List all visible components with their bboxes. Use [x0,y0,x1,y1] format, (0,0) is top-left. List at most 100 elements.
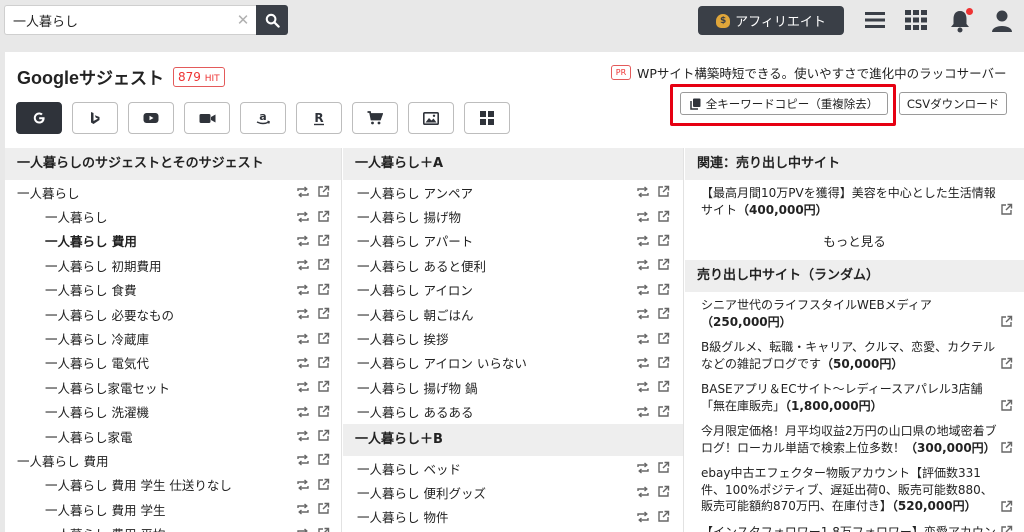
external-link-icon[interactable] [1000,525,1014,532]
keyword-text[interactable]: 一人暮らし 電気代 [5,353,296,372]
keyword-text[interactable]: 一人暮らし 費用 学生 仕送りなし [5,475,296,494]
repeat-search-icon[interactable] [636,307,650,321]
external-link-icon[interactable] [1000,203,1014,217]
repeat-search-icon[interactable] [636,283,650,297]
repeat-search-icon[interactable] [296,234,310,248]
user-avatar-icon[interactable] [991,9,1015,33]
external-link-icon[interactable] [317,380,331,394]
notification-bell-icon[interactable] [949,8,973,33]
keyword-text[interactable]: 一人暮らし 挨拶 [343,329,636,348]
repeat-search-icon[interactable] [296,429,310,443]
external-link-icon[interactable] [317,453,331,467]
keyword-text[interactable]: 一人暮らし 費用 平均 [5,524,296,532]
repeat-search-icon[interactable] [636,380,650,394]
site-for-sale-item[interactable]: ebay中古エフェクター物販アカウント【評価数331件、100%ポジティブ、遅延… [685,460,1024,519]
keyword-text[interactable]: 一人暮らし あると便利 [343,256,636,275]
external-link-icon[interactable] [317,478,331,492]
external-link-icon[interactable] [317,332,331,346]
external-link-icon[interactable] [657,234,671,248]
external-link-icon[interactable] [657,332,671,346]
tab-shopping[interactable] [352,102,398,134]
repeat-search-icon[interactable] [636,510,650,524]
repeat-search-icon[interactable] [636,485,650,499]
external-link-icon[interactable] [657,185,671,199]
external-link-icon[interactable] [657,461,671,475]
apps-grid-icon[interactable] [905,9,929,33]
external-link-icon[interactable] [657,307,671,321]
repeat-search-icon[interactable] [636,461,650,475]
repeat-search-icon[interactable] [296,307,310,321]
external-link-icon[interactable] [1000,315,1014,329]
site-for-sale-item[interactable]: B級グルメ、転職・キャリア、クルマ、恋愛、カクテルなどの雑記ブログです（50,0… [685,334,1024,376]
external-link-icon[interactable] [317,283,331,297]
keyword-text[interactable]: 一人暮らし あるある [343,402,636,421]
repeat-search-icon[interactable] [296,527,310,532]
repeat-search-icon[interactable] [296,478,310,492]
keyword-text[interactable]: 一人暮らし アイロン [343,280,636,299]
menu-icon[interactable] [864,9,888,33]
repeat-search-icon[interactable] [636,332,650,346]
keyword-text[interactable]: 一人暮らし 物件 [343,507,636,526]
keyword-text[interactable]: 一人暮らし 食費 [5,280,296,299]
tab-video[interactable] [184,102,230,134]
keyword-text[interactable]: 一人暮らし 必要なもの [5,305,296,324]
external-link-icon[interactable] [317,356,331,370]
external-link-icon[interactable] [1000,357,1014,371]
external-link-icon[interactable] [657,356,671,370]
keyword-text[interactable]: 一人暮らし 費用 [5,451,296,470]
copy-all-keywords-button[interactable]: 全キーワードコピー（重複除去） [680,92,888,115]
repeat-search-icon[interactable] [636,185,650,199]
repeat-search-icon[interactable] [296,283,310,297]
repeat-search-icon[interactable] [636,258,650,272]
tab-bing[interactable] [72,102,118,134]
external-link-icon[interactable] [657,283,671,297]
repeat-search-icon[interactable] [296,405,310,419]
repeat-search-icon[interactable] [296,210,310,224]
repeat-search-icon[interactable] [636,234,650,248]
csv-download-button[interactable]: CSVダウンロード [899,92,1007,115]
keyword-text[interactable]: 一人暮らし家電セット [5,378,296,397]
external-link-icon[interactable] [657,485,671,499]
affiliate-button[interactable]: アフィリエイト [698,6,844,35]
keyword-text[interactable]: 一人暮らし [5,207,296,226]
external-link-icon[interactable] [317,429,331,443]
tab-google[interactable] [16,102,62,134]
keyword-text[interactable]: 一人暮らし ベッド [343,459,636,478]
external-link-icon[interactable] [317,502,331,516]
keyword-text[interactable]: 一人暮らし 朝ごはん [343,305,636,324]
repeat-search-icon[interactable] [296,356,310,370]
external-link-icon[interactable] [317,527,331,532]
external-link-icon[interactable] [1000,399,1014,413]
external-link-icon[interactable] [317,405,331,419]
keyword-text[interactable]: 一人暮らし アンペア [343,183,636,202]
keyword-text[interactable]: 一人暮らし家電 [5,427,296,446]
tab-image[interactable] [408,102,454,134]
repeat-search-icon[interactable] [296,258,310,272]
keyword-text[interactable]: 一人暮らし アイロン いらない [343,353,636,372]
external-link-icon[interactable] [657,380,671,394]
repeat-search-icon[interactable] [296,502,310,516]
repeat-search-icon[interactable] [636,210,650,224]
repeat-search-icon[interactable] [636,356,650,370]
keyword-text[interactable]: 一人暮らし 揚げ物 鍋 [343,378,636,397]
site-for-sale-item[interactable]: BASEアプリ＆ECサイト～レディースアパレル3店舗「無在庫販売」（1,800,… [685,376,1024,418]
keyword-text[interactable]: 一人暮らし 便利グッズ [343,483,636,502]
tab-amazon[interactable]: a [240,102,286,134]
external-link-icon[interactable] [657,210,671,224]
site-for-sale-item[interactable]: 【インスタフォロワー1.8万フォロワー】恋愛アカウン [685,519,1024,532]
tab-grid[interactable] [464,102,510,134]
repeat-search-icon[interactable] [296,380,310,394]
more-link[interactable]: もっと見る [685,222,1024,260]
repeat-search-icon[interactable] [296,332,310,346]
site-for-sale-item[interactable]: 【最高月間10万PVを獲得】美容を中心とした生活情報サイト（400,000円） [685,180,1024,222]
external-link-icon[interactable] [317,185,331,199]
keyword-text[interactable]: 一人暮らし アパート [343,231,636,250]
pr-ad-link[interactable]: WPサイト構築時短できる。使いやすさで進化中のラッコサーバー [637,63,1007,82]
external-link-icon[interactable] [317,307,331,321]
repeat-search-icon[interactable] [636,405,650,419]
keyword-text[interactable]: 一人暮らし 初期費用 [5,256,296,275]
external-link-icon[interactable] [317,210,331,224]
site-for-sale-item[interactable]: シニア世代のライフスタイルWEBメディア （250,000円） [685,292,1024,334]
tab-youtube[interactable] [128,102,174,134]
repeat-search-icon[interactable] [296,185,310,199]
